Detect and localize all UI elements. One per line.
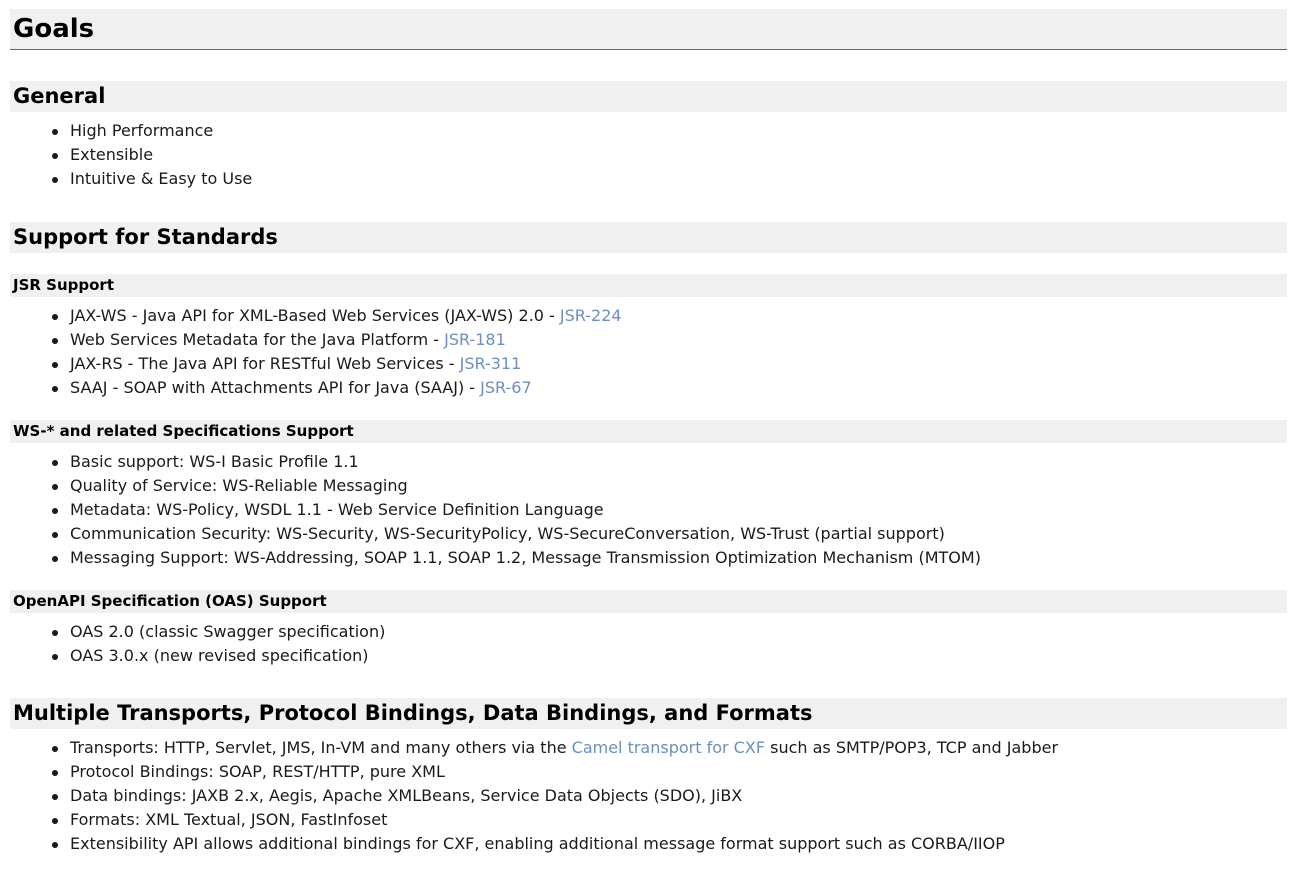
list-item: Metadata: WS-Policy, WSDL 1.1 - Web Serv… xyxy=(10,498,1287,522)
page-title: Goals xyxy=(10,9,1287,50)
list-item: JAX-RS - The Java API for RESTful Web Se… xyxy=(10,352,1287,376)
list-item-text: such as SMTP/POP3, TCP and Jabber xyxy=(765,738,1059,757)
transports-list: Transports: HTTP, Servlet, JMS, In-VM an… xyxy=(10,736,1287,856)
jsr-181-link[interactable]: JSR-181 xyxy=(444,330,506,349)
section-heading-transports: Multiple Transports, Protocol Bindings, … xyxy=(10,698,1287,729)
subsection-heading-jsr: JSR Support xyxy=(10,274,1287,297)
list-item-text: JAX-RS - The Java API for RESTful Web Se… xyxy=(70,354,460,373)
list-item: Protocol Bindings: SOAP, REST/HTTP, pure… xyxy=(10,760,1287,784)
list-item: OAS 3.0.x (new revised specification) xyxy=(10,644,1287,668)
list-item: Data bindings: JAXB 2.x, Aegis, Apache X… xyxy=(10,784,1287,808)
camel-transport-link[interactable]: Camel transport for CXF xyxy=(572,738,765,757)
general-list: High Performance Extensible Intuitive & … xyxy=(10,119,1287,191)
jsr-224-link[interactable]: JSR-224 xyxy=(560,306,622,325)
section-heading-general: General xyxy=(10,81,1287,112)
list-item-text: JAX-WS - Java API for XML-Based Web Serv… xyxy=(70,306,560,325)
list-item: Transports: HTTP, Servlet, JMS, In-VM an… xyxy=(10,736,1287,760)
list-item-text: SAAJ - SOAP with Attachments API for Jav… xyxy=(70,378,481,397)
list-item: JAX-WS - Java API for XML-Based Web Serv… xyxy=(10,304,1287,328)
list-item: Communication Security: WS-Security, WS-… xyxy=(10,522,1287,546)
ws-list: Basic support: WS-I Basic Profile 1.1 Qu… xyxy=(10,450,1287,570)
list-item: High Performance xyxy=(10,119,1287,143)
list-item: Messaging Support: WS-Addressing, SOAP 1… xyxy=(10,546,1287,570)
list-item: Intuitive & Easy to Use xyxy=(10,167,1287,191)
list-item: Extensible xyxy=(10,143,1287,167)
jsr-67-link[interactable]: JSR-67 xyxy=(480,378,531,397)
list-item: SAAJ - SOAP with Attachments API for Jav… xyxy=(10,376,1287,400)
list-item: Web Services Metadata for the Java Platf… xyxy=(10,328,1287,352)
list-item-text: Web Services Metadata for the Java Platf… xyxy=(70,330,445,349)
subsection-heading-oas: OpenAPI Specification (OAS) Support xyxy=(10,590,1287,613)
list-item: OAS 2.0 (classic Swagger specification) xyxy=(10,620,1287,644)
section-heading-standards: Support for Standards xyxy=(10,222,1287,253)
jsr-list: JAX-WS - Java API for XML-Based Web Serv… xyxy=(10,304,1287,400)
list-item: Extensibility API allows additional bind… xyxy=(10,832,1287,856)
oas-list: OAS 2.0 (classic Swagger specification) … xyxy=(10,620,1287,668)
list-item-text: Transports: HTTP, Servlet, JMS, In-VM an… xyxy=(70,738,572,757)
subsection-heading-ws: WS-* and related Specifications Support xyxy=(10,420,1287,443)
list-item: Formats: XML Textual, JSON, FastInfoset xyxy=(10,808,1287,832)
jsr-311-link[interactable]: JSR-311 xyxy=(460,354,522,373)
list-item: Basic support: WS-I Basic Profile 1.1 xyxy=(10,450,1287,474)
list-item: Quality of Service: WS-Reliable Messagin… xyxy=(10,474,1287,498)
page-content: Goals General High Performance Extensibl… xyxy=(0,9,1292,856)
